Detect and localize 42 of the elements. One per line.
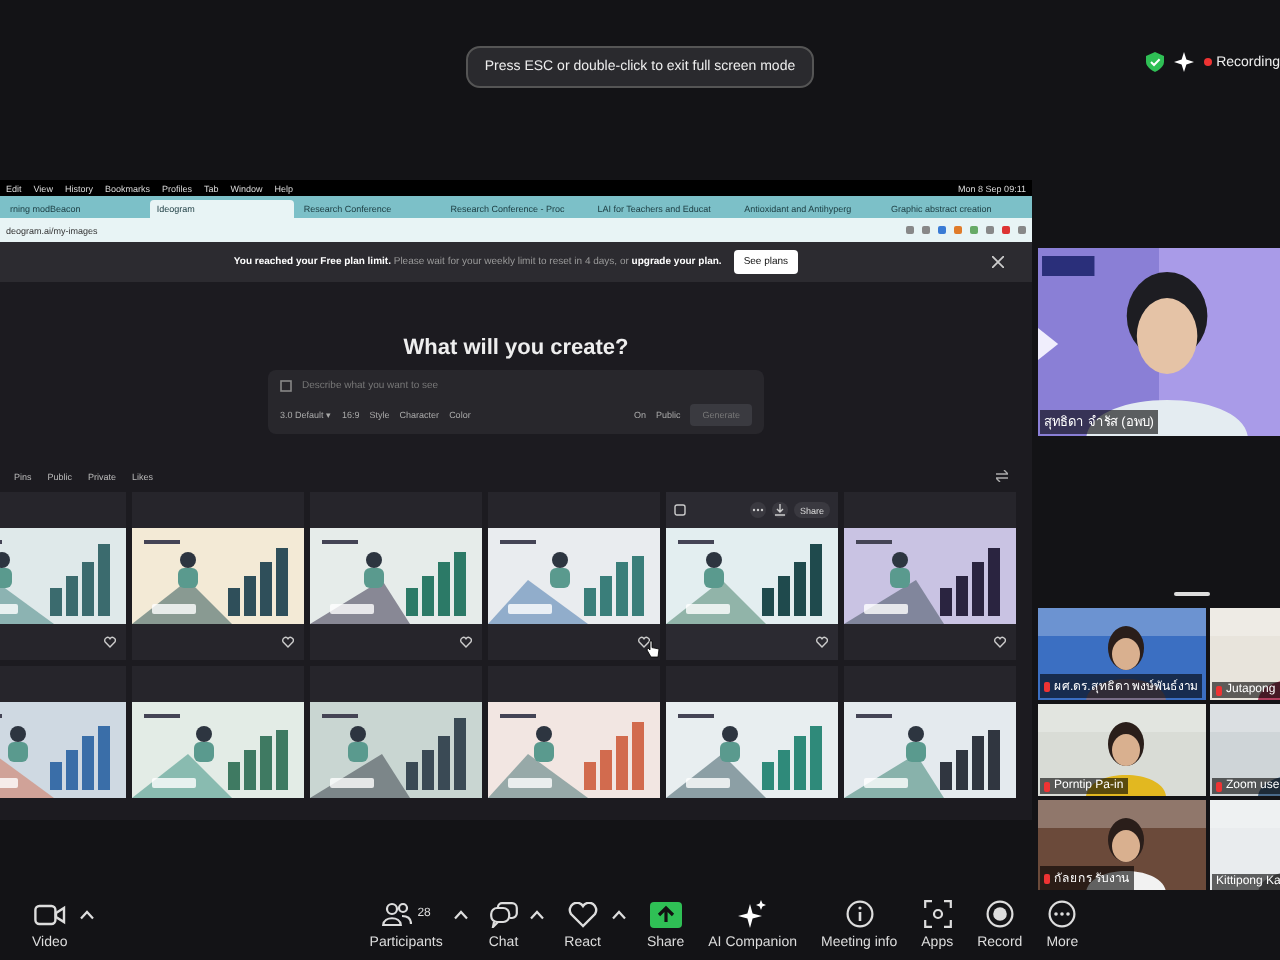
heart-icon[interactable]: [104, 636, 116, 648]
image-icon[interactable]: [280, 379, 292, 391]
record-icon: [985, 900, 1014, 928]
people-icon: [381, 902, 412, 926]
more-icon: [1048, 900, 1077, 928]
heart-icon[interactable]: [282, 636, 294, 648]
page-heading: What will you create?: [401, 336, 631, 360]
close-icon[interactable]: [992, 256, 1004, 268]
image-card[interactable]: [132, 492, 304, 660]
image-card[interactable]: [488, 666, 660, 798]
sort-icon[interactable]: [996, 470, 1008, 482]
heart-icon[interactable]: [460, 636, 472, 648]
heart-icon[interactable]: [994, 636, 1006, 648]
heart-icon[interactable]: [816, 636, 828, 648]
heart-icon: [567, 901, 598, 927]
caret-icon[interactable]: [454, 910, 469, 920]
image-card[interactable]: [132, 666, 304, 798]
select-icon[interactable]: [674, 504, 686, 516]
image-card[interactable]: [844, 666, 1016, 798]
image-card[interactable]: [310, 666, 482, 798]
caret-icon[interactable]: [530, 910, 545, 920]
image-card[interactable]: [310, 492, 482, 660]
image-card[interactable]: [844, 492, 1016, 660]
more-button[interactable]: [749, 502, 766, 518]
caret-icon[interactable]: [612, 910, 627, 920]
video-camera-icon: [33, 903, 66, 925]
caret-icon[interactable]: [79, 910, 94, 920]
sparkle-icon: [1174, 52, 1195, 72]
recording-dot-icon: [1204, 58, 1213, 66]
shield-icon: [1146, 52, 1165, 72]
apps-icon: [923, 900, 952, 928]
chat-bubbles-icon: [489, 901, 518, 927]
heart-icon[interactable]: [638, 636, 650, 648]
image-card[interactable]: [0, 492, 126, 660]
resize-handle[interactable]: [1174, 592, 1210, 596]
download-button[interactable]: [771, 502, 788, 518]
image-card[interactable]: [0, 666, 126, 798]
sparkle-icon: [738, 900, 767, 928]
image-card[interactable]: [666, 666, 838, 798]
hand-cursor-icon: [646, 640, 660, 658]
info-icon: [845, 900, 874, 928]
image-card[interactable]: [488, 492, 660, 660]
